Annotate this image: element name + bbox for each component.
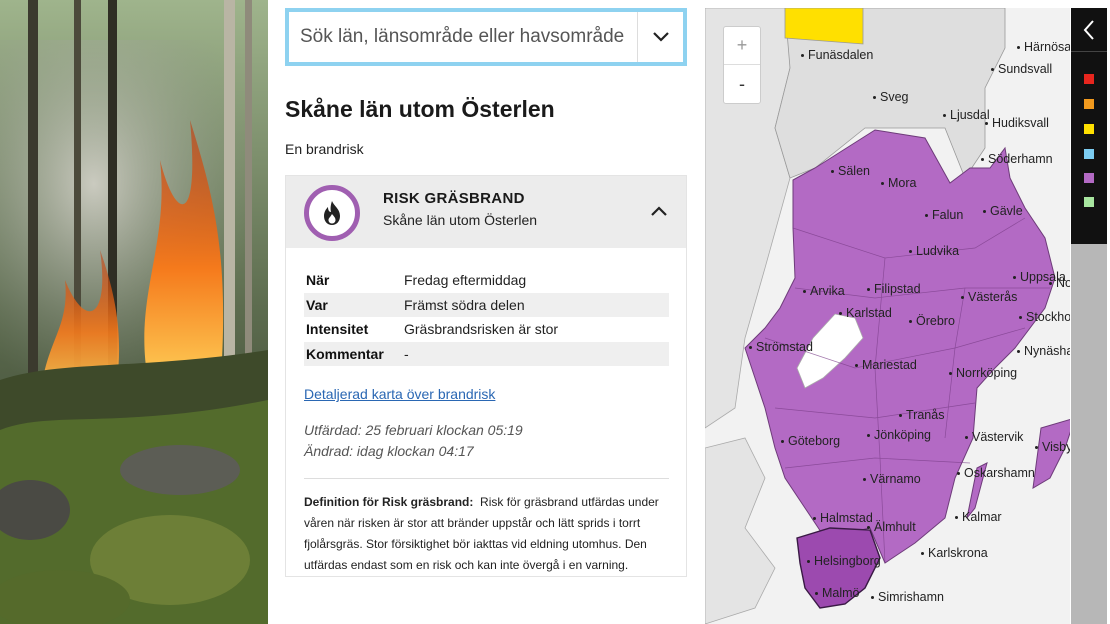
city-label: Ludvika [909,244,959,258]
legend-swatch-orange [1084,99,1094,109]
legend-toggle-button[interactable] [1071,8,1107,52]
city-label: Jönköping [867,428,931,442]
divider [304,478,669,479]
city-label: Mariestad [855,358,917,372]
city-label: Sundsvall [991,62,1052,76]
city-label: Nynäshamn [1017,344,1070,358]
city-label: Karlskrona [921,546,988,560]
city-label: Hudiksvall [985,116,1049,130]
legend-swatch-purple [1084,173,1094,183]
warning-map[interactable]: + - Funäsdalen Härnösand Sundsvall Sveg … [705,8,1070,624]
city-label: Filipstad [867,282,921,296]
city-label: Ljusdal [943,108,990,122]
city-label: Värnamo [863,472,921,486]
risk-badge [304,185,360,241]
city-label: Härnösand [1017,40,1070,54]
city-label: Helsingborg [807,554,881,568]
city-label: Arvika [803,284,845,298]
city-label: Halmstad [813,511,873,525]
fire-risk-map-link[interactable]: Detaljerad karta över brandrisk [304,386,495,402]
city-label: Sveg [873,90,909,104]
legend-swatch-blue [1084,149,1094,159]
city-label: Göteborg [781,434,840,448]
city-label: Stockholm [1019,310,1070,324]
issued-date: Utfärdad: 25 februari klockan 05:19 [304,422,523,438]
city-label: Gävle [983,204,1023,218]
city-label: Falun [925,208,963,222]
risk-card-header[interactable]: RISK GRÄSBRAND Skåne län utom Österlen [286,176,686,248]
city-label: Kalmar [955,510,1002,524]
table-row: När Fredag eftermiddag [304,268,669,293]
row-label: När [306,272,330,289]
risk-card: RISK GRÄSBRAND Skåne län utom Österlen N… [285,175,687,577]
risk-area: Skåne län utom Österlen [383,212,538,228]
city-label: Norrköping [949,366,1017,380]
chevron-up-icon [651,206,667,216]
row-label: Var [304,292,402,317]
city-label: Sälen [831,164,870,178]
risk-info-table: När Fredag eftermiddag Var Främst södra … [304,268,669,366]
row-value: Gräsbrandsrisken är stor [404,321,559,338]
table-row: Kommentar - [304,341,669,366]
row-label: Intensitet [306,321,369,338]
city-label: Söderhamn [981,152,1053,166]
city-label: Simrishamn [871,590,944,604]
city-label: Mora [881,176,916,190]
city-label: Malmö [815,586,860,600]
legend-panel [1071,8,1107,244]
zoom-in-button[interactable]: + [724,27,760,65]
search-dropdown-button[interactable] [637,12,683,62]
city-label: Oskarshamn [957,466,1035,480]
zoom-out-button[interactable]: - [724,65,760,103]
city-label: Tranås [899,408,944,422]
changed-date: Ändrad: idag klockan 04:17 [304,443,474,459]
legend-swatch-red [1084,74,1094,84]
city-label: Örebro [909,314,955,328]
legend-swatch-yellow [1084,124,1094,134]
issue-dates: Utfärdad: 25 februari klockan 05:19 Ändr… [304,420,668,462]
table-row: Var Främst södra delen [304,292,669,317]
city-label: Strömstad [749,340,813,354]
warning-detail-panel: Skåne län utom Österlen En brandrisk RIS… [285,8,687,577]
risk-definition: Definition för Risk gräsbrand: Risk för … [304,492,669,576]
legend-swatch-green [1084,197,1094,207]
area-title: Skåne län utom Österlen [285,96,555,122]
city-label: Karlstad [839,306,892,320]
forest-fire-photo [0,0,268,624]
flame-icon [324,201,340,225]
search-input[interactable] [289,12,639,62]
map-scrollbar[interactable] [1071,244,1107,624]
weather-warning-page: Skåne län utom Österlen En brandrisk RIS… [0,0,1110,624]
city-label: Västerås [961,290,1017,304]
risk-card-body: När Fredag eftermiddag Var Främst södra … [286,248,686,576]
city-label: Visby [1035,440,1070,454]
zoom-controls: + - [723,26,761,104]
definition-label: Definition för Risk gräsbrand: [304,495,474,509]
city-label: Norrtälje [1049,276,1070,290]
city-label: Älmhult [867,520,916,534]
row-value: Främst södra delen [402,292,669,317]
chevron-left-icon [1083,19,1094,40]
city-label: Västervik [965,430,1023,444]
row-value: - [402,341,669,366]
chevron-down-icon [652,32,669,42]
risk-count: En brandrisk [285,141,364,157]
table-row: Intensitet Gräsbrandsrisken är stor [304,317,669,342]
city-label: Funäsdalen [801,48,873,62]
search-box [285,8,687,66]
row-label: Kommentar [304,341,402,366]
row-value: Fredag eftermiddag [404,272,527,289]
collapse-button[interactable] [646,198,672,224]
risk-title: RISK GRÄSBRAND [383,190,525,207]
